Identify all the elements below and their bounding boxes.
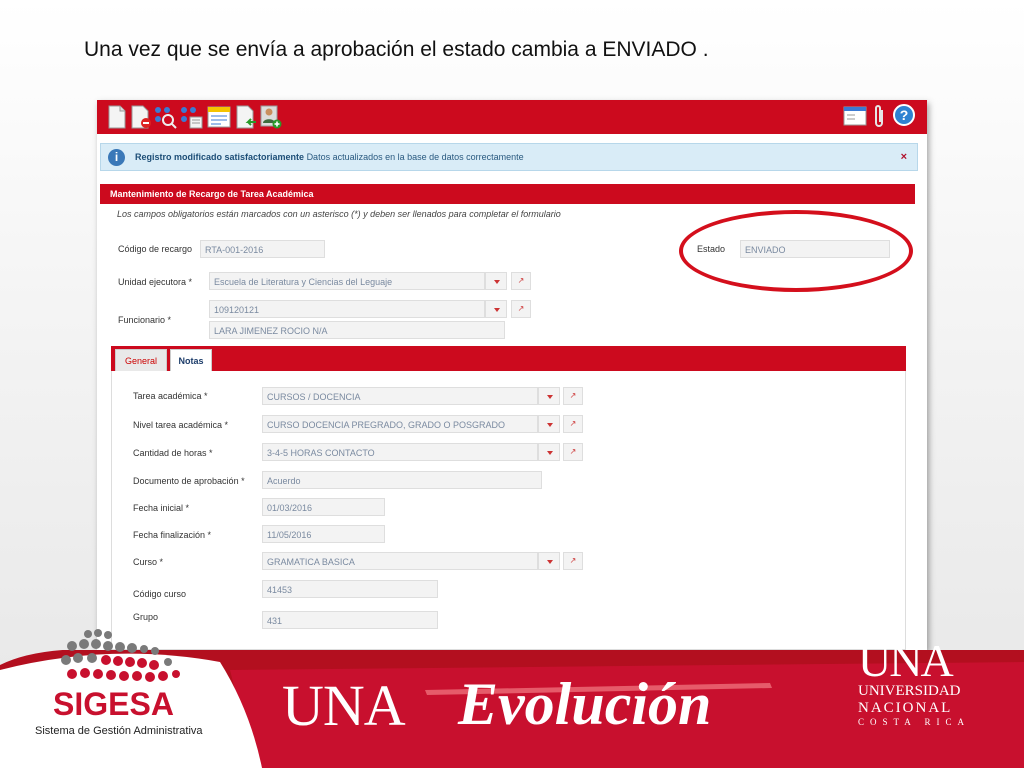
- grupo-field[interactable]: 431: [262, 611, 438, 629]
- curso-dropdown[interactable]: [538, 552, 560, 570]
- alert-text: Registro modificado satisfactoriamente D…: [135, 152, 524, 162]
- horas-link-icon[interactable]: ↗: [563, 443, 583, 461]
- nivel-field[interactable]: CURSO DOCENCIA PREGRADO, GRADO O POSGRAD…: [262, 415, 538, 433]
- tab-notas[interactable]: Notas: [170, 349, 212, 371]
- list-icon[interactable]: [179, 105, 203, 129]
- info-icon: i: [108, 149, 125, 166]
- fecha-fin-label: Fecha finalización *: [133, 530, 212, 540]
- tarea-dropdown[interactable]: [538, 387, 560, 405]
- fecha-inicial-field[interactable]: 01/03/2016: [262, 498, 385, 516]
- alert-title: Registro modificado satisfactoriamente: [135, 152, 305, 162]
- fecha-inicial-label: Fecha inicial *: [133, 503, 190, 513]
- tarea-label: Tarea académica *: [133, 391, 208, 401]
- funcionario-label: Funcionario *: [118, 315, 172, 325]
- codigo-curso-field[interactable]: 41453: [262, 580, 438, 598]
- unidad-link-icon[interactable]: ↗: [511, 272, 531, 290]
- nivel-label: Nivel tarea académica *: [133, 420, 229, 430]
- unidad-label: Unidad ejecutora *: [118, 277, 193, 287]
- codigo-label: Código de recargo: [118, 244, 193, 254]
- una-wordmark: UNA: [282, 673, 406, 738]
- slide-title: Una vez que se envía a aprobación el est…: [84, 38, 709, 61]
- tarea-field[interactable]: CURSOS / DOCENCIA: [262, 387, 538, 405]
- new-document-icon[interactable]: [105, 105, 129, 129]
- nivel-link-icon[interactable]: ↗: [563, 415, 583, 433]
- window-icon[interactable]: [843, 104, 867, 128]
- una-logo: UNA: [858, 635, 954, 686]
- delete-document-icon[interactable]: [129, 105, 153, 129]
- toolbar: ?: [97, 100, 927, 134]
- highlight-oval: [679, 210, 913, 292]
- grupo-label: Grupo: [133, 612, 159, 622]
- horas-field[interactable]: 3-4-5 HORAS CONTACTO: [262, 443, 538, 461]
- close-icon[interactable]: ×: [901, 151, 907, 163]
- alert-message: Datos actualizados en la base de datos c…: [306, 152, 524, 162]
- tarea-link-icon[interactable]: ↗: [563, 387, 583, 405]
- section-title: Mantenimiento de Recargo de Tarea Académ…: [100, 184, 915, 204]
- app-window: ? i Registro modificado satisfactoriamen…: [97, 100, 927, 650]
- search-icon[interactable]: [153, 105, 177, 129]
- evolucion-wordmark: Evolución: [458, 671, 712, 737]
- tab-bar: [111, 346, 906, 371]
- tab-general[interactable]: General: [115, 349, 167, 371]
- funcionario-dropdown[interactable]: [485, 300, 507, 318]
- curso-field[interactable]: GRAMATICA BASICA: [262, 552, 538, 570]
- fecha-fin-field[interactable]: 11/05/2016: [262, 525, 385, 543]
- funcionario-link-icon[interactable]: ↗: [511, 300, 531, 318]
- funcionario-name-field[interactable]: LARA JIMENEZ ROCIO N/A: [209, 321, 505, 339]
- sigesa-dots-logo: [61, 629, 180, 682]
- nivel-dropdown[interactable]: [538, 415, 560, 433]
- curso-link-icon[interactable]: ↗: [563, 552, 583, 570]
- codigo-field[interactable]: RTA-001-2016: [200, 240, 325, 258]
- horas-label: Cantidad de horas *: [133, 448, 213, 458]
- curso-label: Curso *: [133, 557, 164, 567]
- user-add-icon[interactable]: [259, 105, 283, 129]
- required-note: Los campos obligatorios están marcados c…: [117, 209, 561, 219]
- una-logo-nacional: NACIONAL: [858, 700, 953, 716]
- horas-dropdown[interactable]: [538, 443, 560, 461]
- una-logo-costa-rica: COSTA RICA: [858, 717, 971, 727]
- funcionario-id-field[interactable]: 109120121: [209, 300, 485, 318]
- codigo-curso-label: Código curso: [133, 589, 187, 599]
- sigesa-title: SIGESA: [53, 686, 174, 722]
- una-logo-universidad: UNIVERSIDAD: [858, 683, 961, 699]
- success-alert: i Registro modificado satisfactoriamente…: [100, 143, 918, 171]
- unidad-field[interactable]: Escuela de Literatura y Ciencias del Leg…: [209, 272, 485, 290]
- help-icon[interactable]: ?: [893, 104, 915, 126]
- sigesa-subtitle: Sistema de Gestión Administrativa: [35, 725, 203, 737]
- export-icon[interactable]: [234, 105, 258, 129]
- documento-field[interactable]: Acuerdo: [262, 471, 542, 489]
- unidad-dropdown[interactable]: [485, 272, 507, 290]
- form-icon[interactable]: [207, 105, 231, 129]
- attachment-icon[interactable]: [871, 104, 887, 130]
- documento-label: Documento de aprobación *: [133, 476, 245, 486]
